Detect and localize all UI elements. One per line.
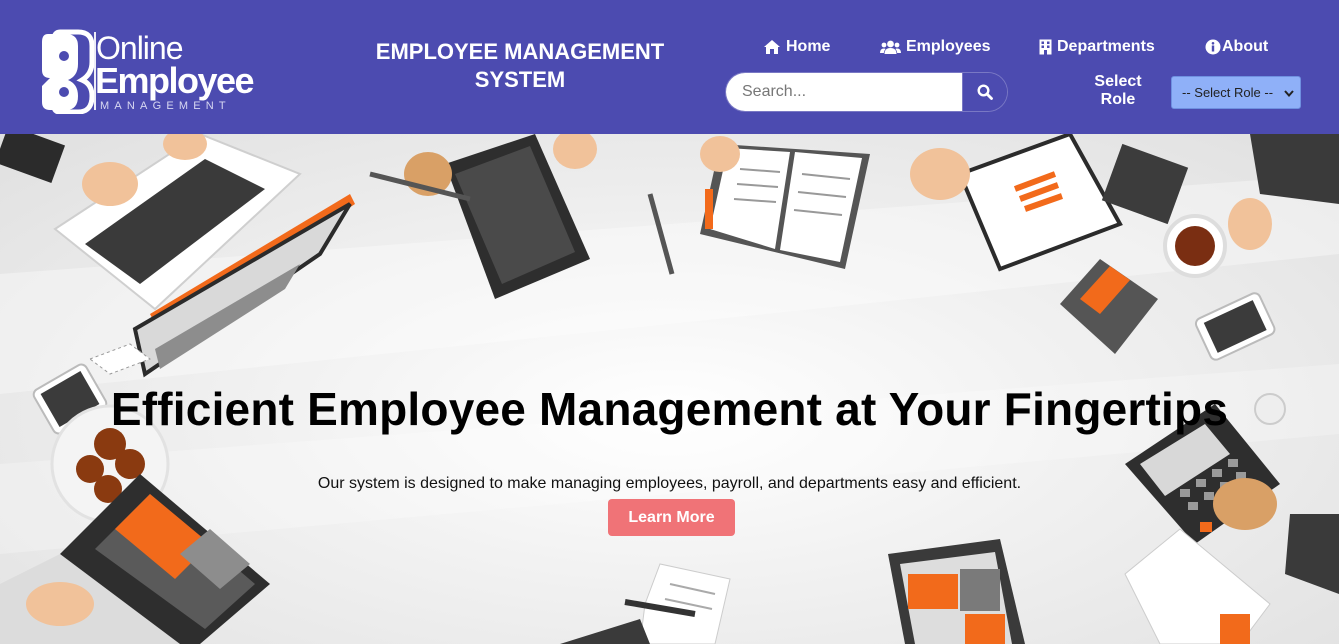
chevron-down-icon	[1284, 90, 1294, 98]
nav-home[interactable]: Home	[763, 38, 830, 56]
logo-mark-icon	[42, 29, 94, 114]
logo-text-employee: Employee	[95, 60, 255, 101]
logo-text-management: MANAGEMENT	[100, 100, 231, 112]
site-logo[interactable]: Online Employee MANAGEMENT	[38, 26, 278, 116]
search-button[interactable]	[962, 73, 1007, 111]
nav-about[interactable]: About	[1205, 38, 1268, 56]
role-select-value: -- Select Role --	[1182, 85, 1274, 100]
home-icon	[764, 40, 780, 54]
users-icon	[880, 40, 901, 54]
hero-section: Efficient Employee Management at Your Fi…	[0, 134, 1339, 644]
hero-title: Efficient Employee Management at Your Fi…	[110, 383, 1229, 435]
role-select[interactable]: -- Select Role --	[1171, 76, 1301, 109]
nav-employees[interactable]: Employees	[880, 38, 990, 56]
hero-subtitle: Our system is designed to make managing …	[317, 475, 1022, 492]
nav-departments-label: Departments	[1057, 38, 1155, 55]
paper-pen-illustration	[560, 563, 731, 644]
role-label: Select Role	[1094, 73, 1142, 108]
info-icon	[1205, 39, 1221, 55]
search-bar	[726, 73, 1007, 111]
nav-home-label: Home	[786, 38, 831, 55]
search-icon	[977, 84, 993, 100]
search-input[interactable]	[726, 73, 962, 111]
learn-more-button[interactable]: Learn More	[608, 499, 735, 536]
site-header: Online Employee MANAGEMENT EMPLOYEE MANA…	[0, 0, 1339, 134]
nav-employees-label: Employees	[906, 38, 991, 55]
building-icon	[1039, 39, 1052, 55]
nav-departments[interactable]: Departments	[1039, 38, 1155, 56]
orange-book-illustration	[1060, 259, 1276, 361]
nav-about-label: About	[1222, 38, 1269, 55]
site-title: EMPLOYEE MANAGEMENT SYSTEM	[375, 39, 665, 92]
